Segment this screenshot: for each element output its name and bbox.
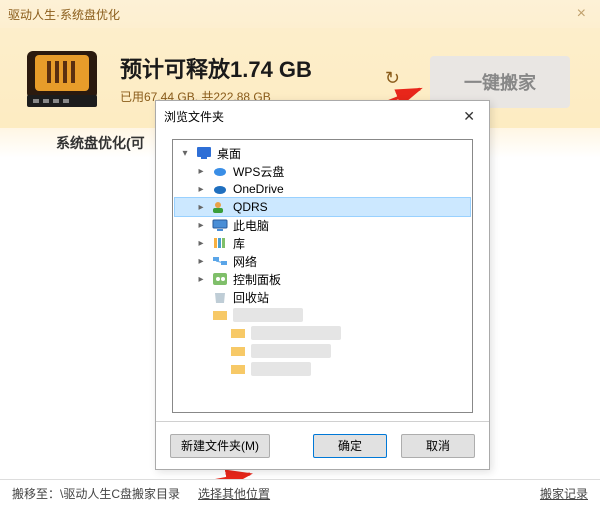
chevron-right-icon[interactable]: ▸ bbox=[195, 273, 207, 285]
window-title: 驱动人生·系统盘优化 bbox=[8, 6, 120, 23]
move-to-path: \驱动人生C盘搬家目录 bbox=[60, 485, 180, 502]
folder-icon bbox=[229, 343, 247, 359]
chevron-right-icon[interactable]: ▸ bbox=[195, 201, 207, 213]
tree-item[interactable]: ▸ 库 bbox=[175, 234, 470, 252]
tree-item-selected[interactable]: ▸ QDRS bbox=[175, 198, 470, 216]
tree-item[interactable] bbox=[175, 360, 470, 378]
footer: 搬移至： \驱动人生C盘搬家目录 选择其他位置 搬家记录 bbox=[0, 479, 600, 507]
tree-label: OneDrive bbox=[233, 182, 284, 196]
history-link[interactable]: 搬家记录 bbox=[540, 485, 588, 502]
chevron-right-icon[interactable]: ▸ bbox=[195, 219, 207, 231]
tree-item[interactable] bbox=[175, 324, 470, 342]
summary-title: 预计可释放1.74 GB bbox=[120, 52, 312, 84]
ok-button[interactable]: 确定 bbox=[313, 434, 387, 458]
context-label: 系统盘优化(可 bbox=[56, 133, 145, 153]
dialog-title: 浏览文件夹 bbox=[164, 108, 224, 125]
tree-label: WPS云盘 bbox=[233, 163, 284, 180]
cloud-icon bbox=[211, 163, 229, 179]
tree-label: 网络 bbox=[233, 253, 257, 270]
folder-icon bbox=[211, 307, 229, 323]
blurred-label bbox=[251, 344, 331, 358]
chevron-right-icon[interactable]: ▸ bbox=[195, 255, 207, 267]
choose-other-location-link[interactable]: 选择其他位置 bbox=[198, 485, 270, 502]
tree-root[interactable]: ▾ 桌面 bbox=[175, 144, 470, 162]
blurred-label bbox=[233, 308, 303, 322]
cloud-icon bbox=[211, 181, 229, 197]
library-icon bbox=[211, 235, 229, 251]
close-icon[interactable]: ✕ bbox=[457, 108, 481, 125]
tree-item[interactable]: ▸ OneDrive bbox=[175, 180, 470, 198]
desktop-icon bbox=[195, 145, 213, 161]
cancel-button[interactable]: 取消 bbox=[401, 434, 475, 458]
folder-tree[interactable]: ▾ 桌面 ▸ WPS云盘 ▸ OneDrive ▸ QDRS ▸ 此电脑 ▸ bbox=[172, 139, 473, 413]
tree-label: 桌面 bbox=[217, 145, 241, 162]
close-icon[interactable]: × bbox=[571, 5, 592, 23]
tree-label: 此电脑 bbox=[233, 217, 269, 234]
pc-icon bbox=[211, 217, 229, 233]
tree-label: QDRS bbox=[233, 200, 268, 214]
blurred-label bbox=[251, 362, 311, 376]
refresh-icon[interactable]: ↻ bbox=[385, 68, 400, 89]
blurred-label bbox=[251, 326, 341, 340]
move-to-label: 搬移至： bbox=[12, 485, 60, 502]
folder-icon bbox=[229, 325, 247, 341]
chevron-right-icon[interactable]: ▸ bbox=[195, 183, 207, 195]
folder-icon bbox=[229, 361, 247, 377]
tree-item[interactable]: ▸ 此电脑 bbox=[175, 216, 470, 234]
control-panel-icon bbox=[211, 271, 229, 287]
tree-label: 库 bbox=[233, 235, 245, 252]
browse-folder-dialog: 浏览文件夹 ✕ ▾ 桌面 ▸ WPS云盘 ▸ OneDrive ▸ QDRS ▸ bbox=[155, 100, 490, 470]
tree-label: 回收站 bbox=[233, 289, 269, 306]
user-icon bbox=[211, 199, 229, 215]
tree-item[interactable]: ▸ 网络 bbox=[175, 252, 470, 270]
tree-item[interactable]: ▸ 控制面板 bbox=[175, 270, 470, 288]
tree-item[interactable]: ▸ WPS云盘 bbox=[175, 162, 470, 180]
new-folder-button[interactable]: 新建文件夹(M) bbox=[170, 434, 270, 458]
tree-label: 控制面板 bbox=[233, 271, 281, 288]
tree-item[interactable]: 回收站 bbox=[175, 288, 470, 306]
tree-item[interactable] bbox=[175, 306, 470, 324]
drive-icon bbox=[24, 43, 100, 113]
tree-item[interactable] bbox=[175, 342, 470, 360]
network-icon bbox=[211, 253, 229, 269]
chevron-right-icon[interactable]: ▸ bbox=[195, 165, 207, 177]
recycle-bin-icon bbox=[211, 289, 229, 305]
chevron-right-icon[interactable]: ▸ bbox=[195, 237, 207, 249]
chevron-down-icon[interactable]: ▾ bbox=[179, 147, 191, 159]
